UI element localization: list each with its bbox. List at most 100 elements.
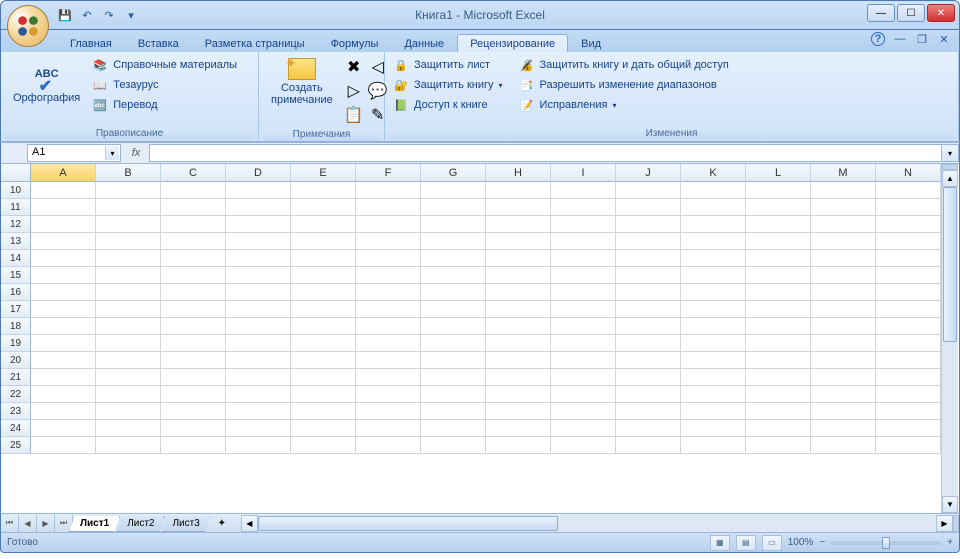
cell[interactable] <box>226 318 291 335</box>
cell[interactable] <box>486 386 551 403</box>
cell[interactable] <box>746 318 811 335</box>
cell[interactable] <box>291 301 356 318</box>
cell[interactable] <box>96 182 161 199</box>
cell[interactable] <box>681 386 746 403</box>
column-header[interactable]: D <box>226 164 291 182</box>
cell[interactable] <box>811 335 876 352</box>
zoom-level[interactable]: 100% <box>788 537 814 548</box>
cell[interactable] <box>291 369 356 386</box>
restore-window-icon[interactable]: ❐ <box>915 32 929 46</box>
cell[interactable] <box>746 301 811 318</box>
page-break-button[interactable]: ▭ <box>762 535 782 551</box>
cell[interactable] <box>811 420 876 437</box>
expand-formula-bar-icon[interactable]: ▾ <box>941 144 959 162</box>
cell[interactable] <box>616 182 681 199</box>
sheet-tab[interactable]: Лист1 <box>69 516 120 532</box>
tab-данные[interactable]: Данные <box>391 34 457 52</box>
cell[interactable] <box>551 250 616 267</box>
cell[interactable] <box>746 216 811 233</box>
cell[interactable] <box>291 403 356 420</box>
undo-icon[interactable]: ↶ <box>79 7 95 23</box>
row-header[interactable]: 17 <box>1 301 31 318</box>
cell[interactable] <box>291 182 356 199</box>
cell[interactable] <box>291 233 356 250</box>
cell[interactable] <box>161 318 226 335</box>
cell[interactable] <box>161 369 226 386</box>
column-header[interactable]: N <box>876 164 941 182</box>
translate-button[interactable]: 🔤Перевод <box>90 96 239 114</box>
row-header[interactable]: 19 <box>1 335 31 352</box>
cell[interactable] <box>746 267 811 284</box>
cell[interactable] <box>681 250 746 267</box>
cell[interactable] <box>226 301 291 318</box>
cell[interactable] <box>226 216 291 233</box>
cell[interactable] <box>96 335 161 352</box>
cell[interactable] <box>811 437 876 454</box>
column-header[interactable]: G <box>421 164 486 182</box>
scroll-up-icon[interactable]: ▲ <box>942 170 958 187</box>
share-workbook-button[interactable]: 📗Доступ к книге <box>391 96 505 114</box>
allow-edit-ranges-button[interactable]: 📑Разрешить изменение диапазонов <box>517 76 731 94</box>
cell[interactable] <box>811 369 876 386</box>
cell[interactable] <box>876 352 941 369</box>
scroll-thumb[interactable] <box>943 187 957 342</box>
cell[interactable] <box>96 233 161 250</box>
cell[interactable] <box>291 318 356 335</box>
cell[interactable] <box>356 233 421 250</box>
cell[interactable] <box>746 369 811 386</box>
qat-dropdown-icon[interactable]: ▾ <box>123 7 139 23</box>
cell[interactable] <box>616 420 681 437</box>
cell[interactable] <box>876 369 941 386</box>
cell[interactable] <box>811 284 876 301</box>
cell[interactable] <box>876 420 941 437</box>
cell[interactable] <box>226 335 291 352</box>
row-header[interactable]: 10 <box>1 182 31 199</box>
cell[interactable] <box>486 233 551 250</box>
column-header[interactable]: K <box>681 164 746 182</box>
cell[interactable] <box>551 284 616 301</box>
cell[interactable] <box>616 267 681 284</box>
column-header[interactable]: J <box>616 164 681 182</box>
column-header[interactable]: A <box>31 164 96 182</box>
close-button[interactable]: ✕ <box>927 4 955 22</box>
cell[interactable] <box>746 182 811 199</box>
page-layout-button[interactable]: ▤ <box>736 535 756 551</box>
tab-главная[interactable]: Главная <box>57 34 125 52</box>
cell[interactable] <box>681 301 746 318</box>
select-all-corner[interactable] <box>1 164 31 182</box>
cell[interactable] <box>616 318 681 335</box>
cell[interactable] <box>96 301 161 318</box>
cell[interactable] <box>291 437 356 454</box>
cell[interactable] <box>746 437 811 454</box>
cell[interactable] <box>31 403 96 420</box>
cell[interactable] <box>356 420 421 437</box>
cell[interactable] <box>486 403 551 420</box>
cell[interactable] <box>551 352 616 369</box>
cell[interactable] <box>161 233 226 250</box>
cell[interactable] <box>161 403 226 420</box>
row-header[interactable]: 15 <box>1 267 31 284</box>
cell[interactable] <box>551 386 616 403</box>
protect-sheet-button[interactable]: 🔒Защитить лист <box>391 56 505 74</box>
cell[interactable] <box>551 437 616 454</box>
cell[interactable] <box>96 369 161 386</box>
cell[interactable] <box>811 250 876 267</box>
zoom-in-button[interactable]: + <box>947 537 953 548</box>
cell[interactable] <box>291 216 356 233</box>
cell[interactable] <box>616 284 681 301</box>
row-header[interactable]: 13 <box>1 233 31 250</box>
cell[interactable] <box>421 318 486 335</box>
cell[interactable] <box>161 352 226 369</box>
cell[interactable] <box>876 250 941 267</box>
cell[interactable] <box>96 250 161 267</box>
cell[interactable] <box>161 250 226 267</box>
thesaurus-button[interactable]: 📖Тезаурус <box>90 76 239 94</box>
tab-формулы[interactable]: Формулы <box>318 34 392 52</box>
cell[interactable] <box>876 216 941 233</box>
cell[interactable] <box>421 420 486 437</box>
cell[interactable] <box>421 352 486 369</box>
cell[interactable] <box>486 301 551 318</box>
column-header[interactable]: M <box>811 164 876 182</box>
cell[interactable] <box>681 420 746 437</box>
cell[interactable] <box>421 403 486 420</box>
